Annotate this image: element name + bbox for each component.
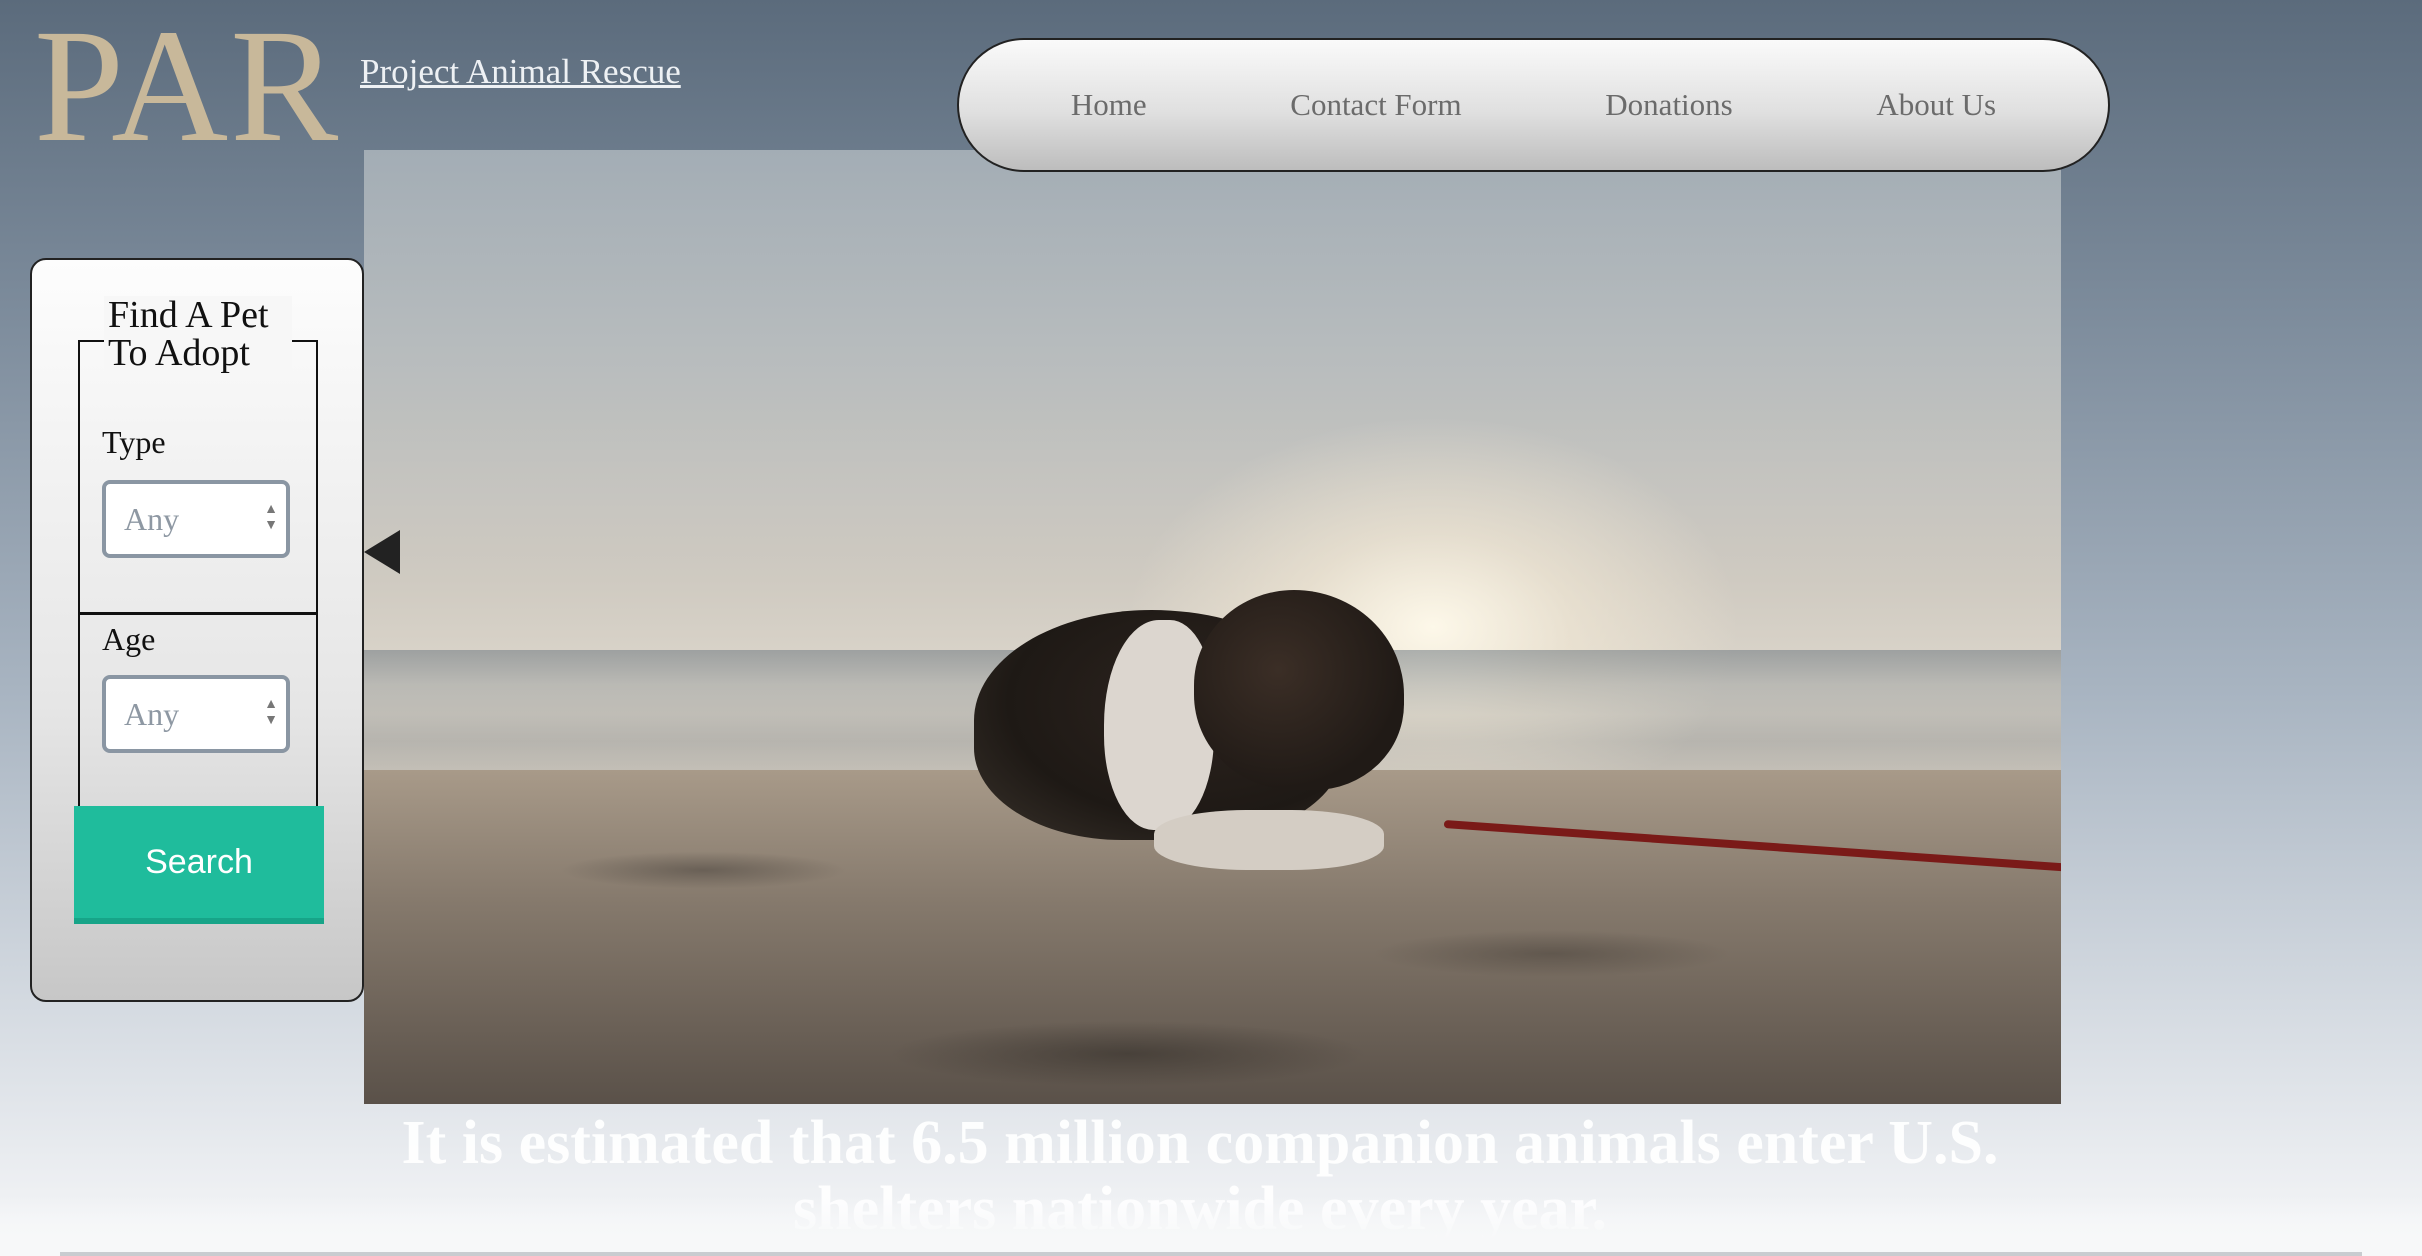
age-select-value: Any [124,695,180,732]
select-arrows-icon: ▲ ▼ [264,697,278,728]
nav-home[interactable]: Home [1071,87,1147,123]
puppy-paws [1154,810,1384,870]
site-logo[interactable]: PAR [34,6,340,168]
hero-image [364,150,2061,1104]
age-fieldset: Age Any ▲ ▼ [78,612,318,808]
main-nav: Home Contact Form Donations About Us [957,38,2110,172]
puppy-head [1194,590,1404,790]
puppy-white-patch [1104,620,1214,830]
nav-donations[interactable]: Donations [1605,87,1732,123]
site-name-link[interactable]: Project Animal Rescue [360,52,681,92]
nav-contact-form[interactable]: Contact Form [1290,87,1461,123]
type-select-value: Any [124,500,180,537]
search-button[interactable]: Search [74,806,324,924]
nav-about-us[interactable]: About Us [1876,87,1996,123]
finder-title: Find A Pet To Adopt [104,296,292,372]
bottom-divider [60,1252,2362,1256]
age-select[interactable]: Any ▲ ▼ [102,675,290,753]
age-label: Age [102,621,156,657]
pet-finder-panel: Find A Pet To Adopt Type Any ▲ ▼ Age Any … [30,258,364,1002]
select-arrows-icon: ▲ ▼ [264,502,278,533]
flag-shape [364,530,400,574]
type-label: Type [102,424,166,460]
bottom-fade [0,1196,2422,1256]
type-select[interactable]: Any ▲ ▼ [102,480,290,558]
type-fieldset: Find A Pet To Adopt Type Any ▲ ▼ [78,296,318,612]
